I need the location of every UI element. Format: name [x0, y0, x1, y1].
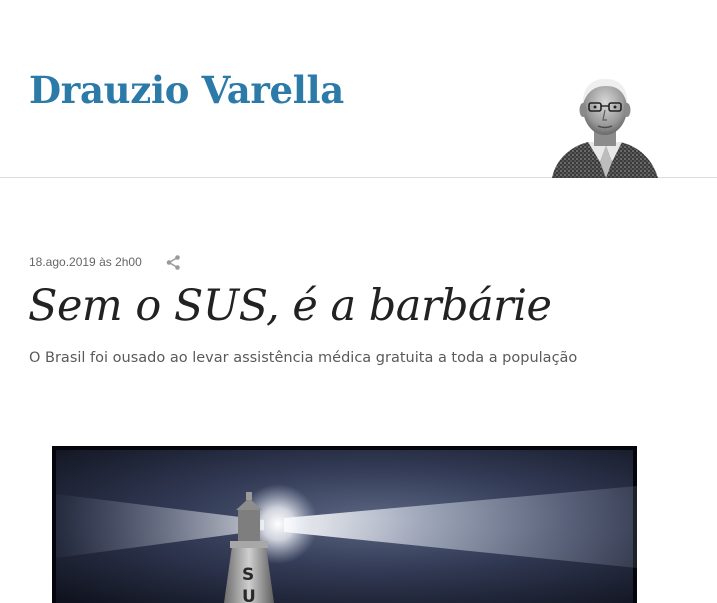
tower-letter-u: U	[242, 587, 256, 603]
article-subtitle: O Brasil foi ousado ao levar assistência…	[29, 350, 578, 366]
lighthouse-illustration: S U	[52, 446, 637, 603]
article-headline: Sem o SUS, é a barbárie	[28, 281, 552, 331]
share-icon[interactable]	[165, 254, 182, 271]
article-meta: 18.ago.2019 às 2h00	[29, 252, 182, 272]
publish-date: 18.ago.2019 às 2h00	[29, 255, 142, 269]
illustration-canvas: S U	[56, 450, 637, 603]
tower-letter-s: S	[242, 565, 254, 585]
columnist-name[interactable]: Drauzio Varella	[29, 66, 344, 114]
column-header: Drauzio Varella	[0, 0, 717, 178]
author-portrait	[552, 78, 658, 178]
